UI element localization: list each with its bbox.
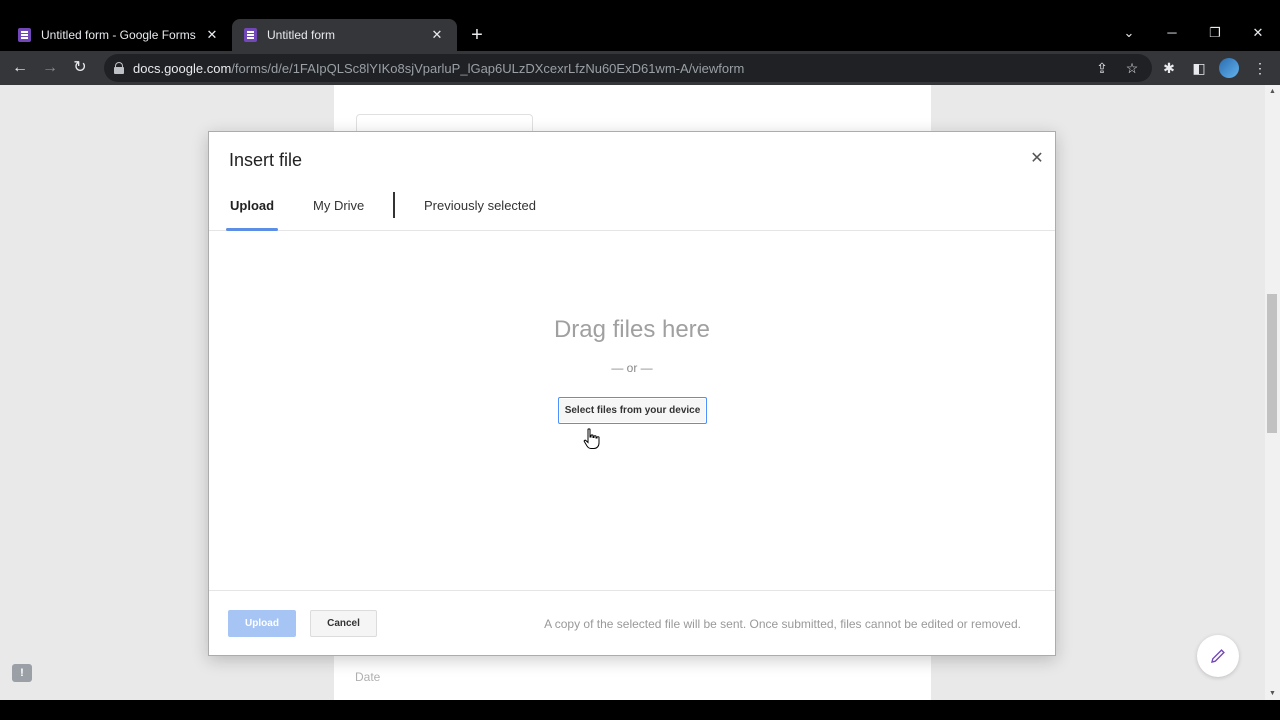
tab-my-drive[interactable]: My Drive bbox=[309, 190, 368, 231]
google-forms-icon bbox=[18, 28, 31, 42]
close-tab-icon[interactable]: ✕ bbox=[204, 27, 220, 43]
upload-button[interactable]: Upload bbox=[228, 610, 296, 637]
lock-icon[interactable] bbox=[114, 62, 124, 74]
hand-cursor-icon bbox=[583, 428, 600, 449]
restore-icon[interactable]: ❐ bbox=[1200, 18, 1230, 48]
drag-files-text: Drag files here bbox=[553, 316, 711, 343]
upload-notice-text: A copy of the selected file will be sent… bbox=[544, 617, 1021, 631]
dialog-tabs: Upload My Drive Previously selected bbox=[209, 190, 1055, 231]
menu-kebab-icon[interactable]: ⋮ bbox=[1248, 56, 1272, 80]
tab-title: Untitled form - Google Forms bbox=[41, 28, 196, 42]
dialog-title: Insert file bbox=[229, 150, 303, 170]
tab-upload[interactable]: Upload bbox=[226, 190, 279, 231]
tab-previously-selected[interactable]: Previously selected bbox=[420, 190, 540, 231]
address-bar[interactable]: docs.google.com/forms/d/e/1FAIpQLSc8lYIK… bbox=[104, 54, 1152, 82]
browser-tab-bar: Untitled form - Google Forms ✕ Untitled … bbox=[0, 0, 1280, 51]
close-tab-icon[interactable]: ✕ bbox=[429, 27, 445, 43]
browser-tab-google-forms[interactable]: Untitled form - Google Forms ✕ bbox=[0, 19, 232, 51]
google-forms-icon bbox=[244, 28, 257, 42]
scroll-down-arrow-icon[interactable]: ▼ bbox=[1265, 690, 1280, 697]
tab-divider bbox=[393, 192, 395, 218]
side-panel-icon[interactable]: ◧ bbox=[1187, 56, 1211, 80]
insert-file-dialog: Insert file ✕ Upload My Drive Previously… bbox=[208, 131, 1056, 656]
share-icon[interactable]: ⇪ bbox=[1090, 56, 1114, 80]
reload-icon[interactable]: ↻ bbox=[67, 55, 93, 81]
select-files-button[interactable]: Select files from your device bbox=[558, 397, 707, 424]
back-icon[interactable]: ← bbox=[7, 55, 33, 81]
extensions-icon[interactable]: ✱ bbox=[1157, 56, 1181, 80]
scroll-up-arrow-icon[interactable]: ▲ bbox=[1265, 88, 1280, 95]
minimize-icon[interactable]: ─ bbox=[1157, 18, 1187, 48]
forward-icon[interactable]: → bbox=[37, 55, 63, 81]
report-feedback-icon[interactable]: ! bbox=[12, 664, 32, 682]
tab-title: Untitled form bbox=[267, 28, 336, 42]
cancel-button[interactable]: Cancel bbox=[310, 610, 377, 637]
scrollbar-thumb[interactable] bbox=[1267, 294, 1277, 433]
edit-pencil-button[interactable] bbox=[1197, 635, 1239, 677]
tab-search-icon[interactable]: ⌄ bbox=[1114, 18, 1144, 48]
date-question-label: Date bbox=[355, 670, 381, 684]
page-scrollbar[interactable]: ▲ ▼ bbox=[1265, 85, 1280, 700]
profile-avatar[interactable] bbox=[1219, 58, 1239, 78]
browser-toolbar: ← → ↻ docs.google.com/forms/d/e/1FAIpQLS… bbox=[0, 51, 1280, 85]
close-icon[interactable]: ✕ bbox=[1029, 149, 1045, 169]
dialog-footer: Upload Cancel A copy of the selected fil… bbox=[209, 590, 1055, 655]
browser-tab-untitled-form[interactable]: Untitled form ✕ bbox=[232, 19, 457, 51]
or-separator: — or — bbox=[611, 361, 653, 375]
url-text: docs.google.com/forms/d/e/1FAIpQLSc8lYIK… bbox=[133, 60, 745, 76]
pencil-icon bbox=[1211, 649, 1225, 663]
bookmark-star-icon[interactable]: ☆ bbox=[1120, 56, 1144, 80]
drop-zone[interactable]: Drag files here — or — Select files from… bbox=[209, 232, 1055, 590]
taskbar-strip bbox=[0, 700, 1280, 720]
close-window-icon[interactable]: ✕ bbox=[1243, 18, 1273, 48]
new-tab-icon[interactable]: + bbox=[466, 22, 488, 48]
